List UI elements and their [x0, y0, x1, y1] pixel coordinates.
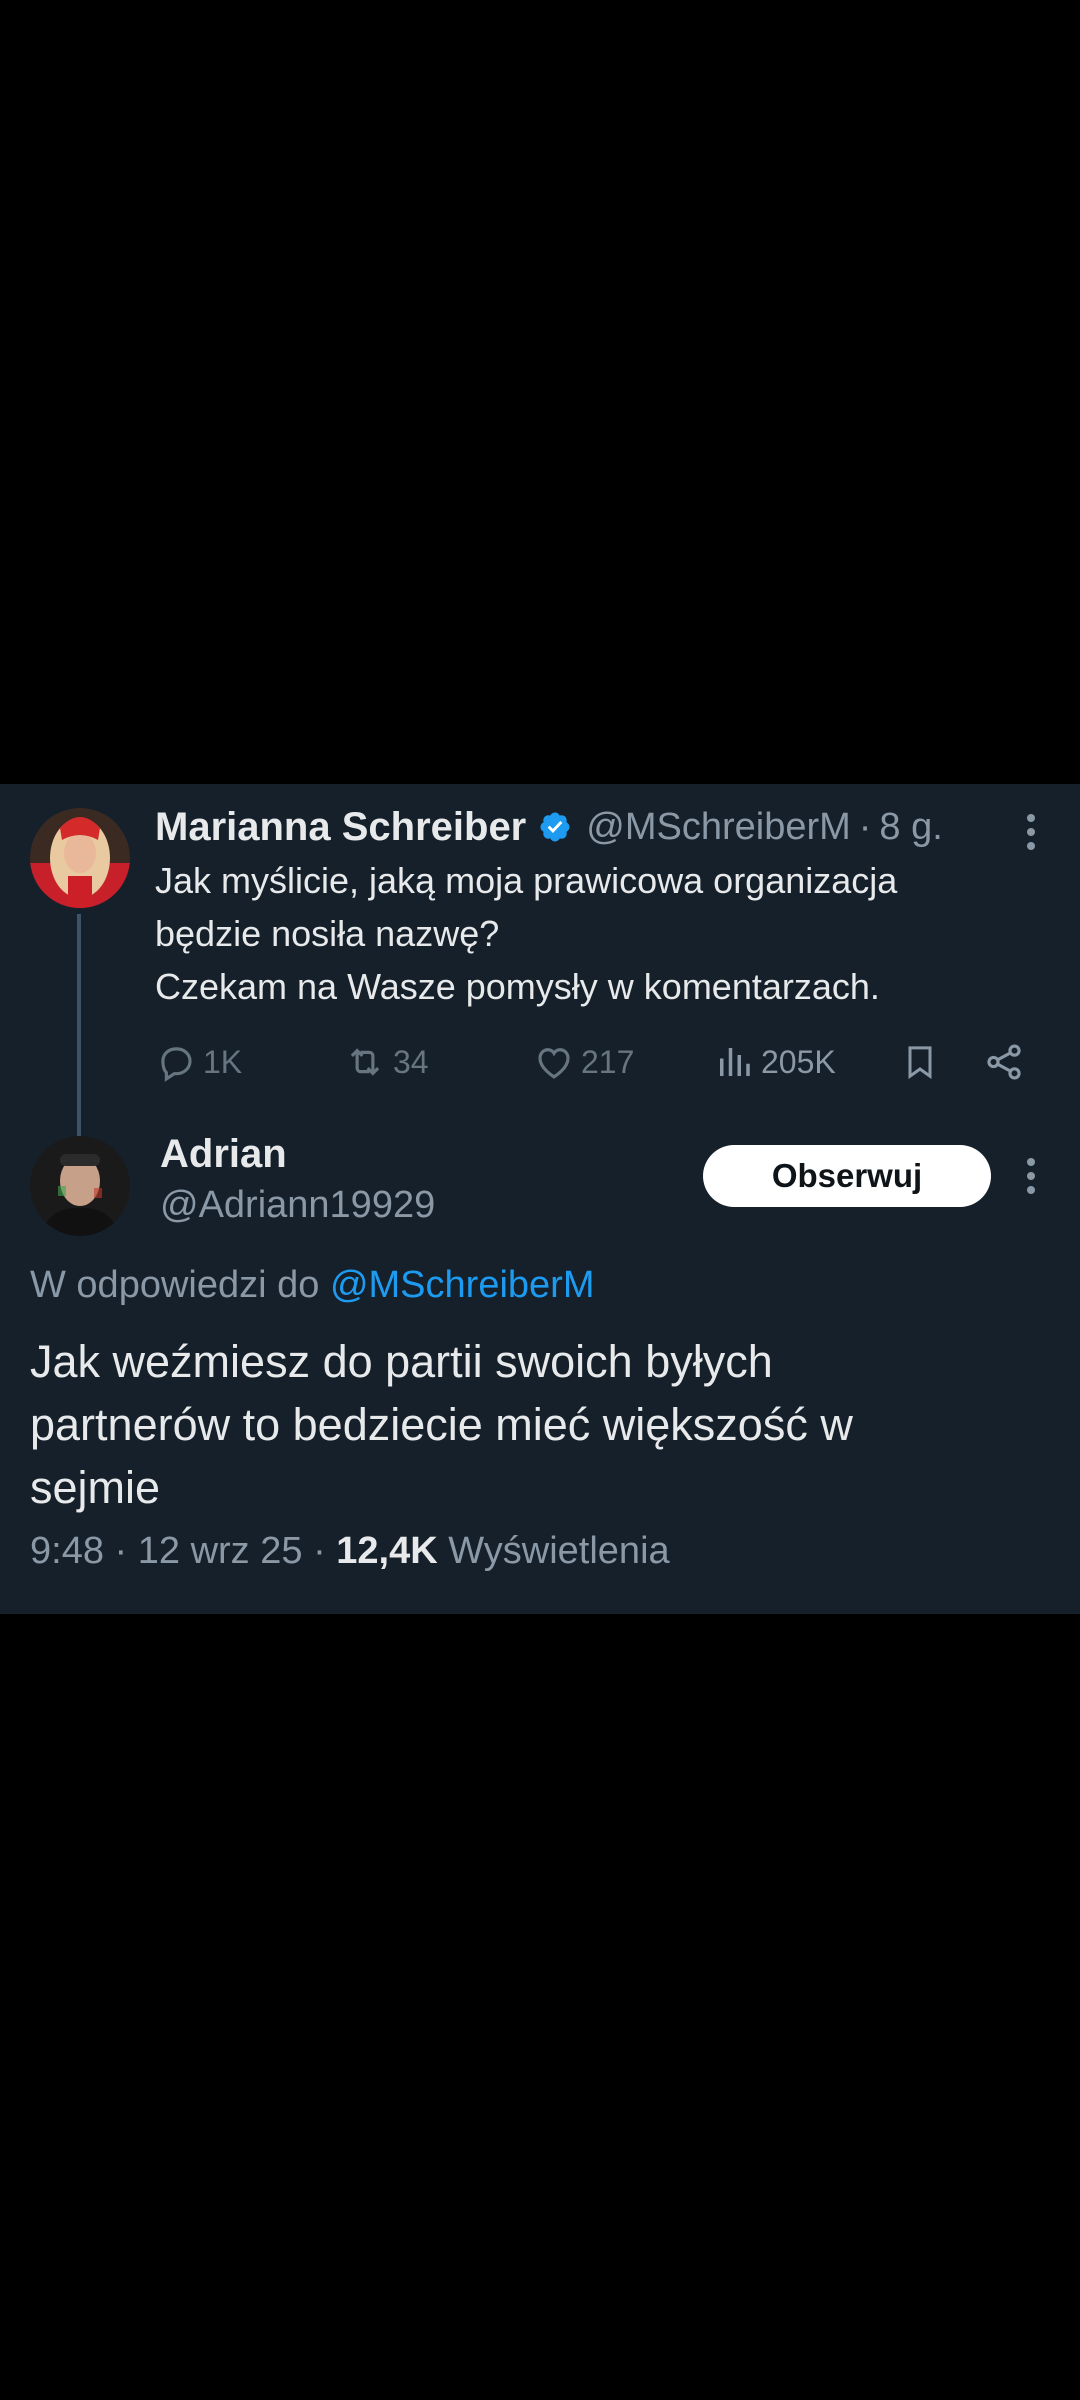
- author-handle[interactable]: @MSchreiberM: [586, 806, 851, 849]
- separator-dot: ·: [114, 1530, 128, 1572]
- more-options-icon[interactable]: [1025, 810, 1037, 854]
- tweet-actions-bar: 1K 34 217 205K: [155, 1032, 1035, 1092]
- verified-badge-icon: [540, 812, 570, 842]
- tweet-text-line: sejmie: [30, 1462, 161, 1513]
- avatar-marianna[interactable]: [30, 808, 130, 908]
- tweet-time[interactable]: 8 g.: [879, 806, 942, 849]
- like-button[interactable]: 217: [533, 1032, 634, 1092]
- share-icon: [987, 1044, 1021, 1080]
- reply-icon: [161, 1047, 192, 1082]
- tweet-text-line: Jak myślicie, jaką moja prawicowa organi…: [155, 860, 898, 901]
- share-button[interactable]: [983, 1032, 1031, 1092]
- views-button[interactable]: 205K: [713, 1032, 836, 1092]
- more-options-icon[interactable]: [1025, 1154, 1037, 1198]
- author-name[interactable]: Marianna Schreiber: [155, 805, 526, 850]
- avatar-adrian[interactable]: [30, 1136, 130, 1236]
- views-count: 12,4K: [336, 1530, 438, 1572]
- tweet-text-line: Czekam na Wasze pomysły w komentarzach.: [155, 966, 880, 1007]
- tweet-time[interactable]: 9:48: [30, 1530, 104, 1572]
- follow-button[interactable]: Obserwuj: [703, 1145, 991, 1207]
- parent-tweet-header: Marianna Schreiber @MSchreiberM · 8 g.: [155, 799, 943, 855]
- views-label: Wyświetlenia: [448, 1530, 670, 1572]
- views-count: 205K: [761, 1043, 836, 1080]
- separator-dot: ·: [858, 805, 872, 848]
- thread-connector-line: [77, 914, 81, 1136]
- separator-dot: ·: [313, 1530, 326, 1572]
- avatar-image: [30, 808, 130, 908]
- retweet-button[interactable]: 34: [343, 1032, 429, 1092]
- reply-count: 1K: [203, 1043, 243, 1080]
- reply-context: W odpowiedzi do @MSchreiberM: [30, 1264, 594, 1307]
- bookmark-icon: [908, 1046, 932, 1080]
- reply-tweet-text: Jak weźmiesz do partii swoich byłych par…: [30, 1330, 1050, 1519]
- tweet-card: Marianna Schreiber @MSchreiberM · 8 g. J…: [0, 784, 1080, 1614]
- like-count: 217: [581, 1043, 635, 1080]
- parent-tweet-text: Jak myślicie, jaką moja prawicowa organi…: [155, 854, 1035, 1013]
- reply-to-prefix: W odpowiedzi do: [30, 1264, 320, 1306]
- retweet-count: 34: [393, 1043, 429, 1080]
- reply-tweet-metadata: 9:48 · 12 wrz 25 · 12,4K Wyświetlenia: [30, 1530, 670, 1573]
- retweet-icon: [350, 1048, 380, 1076]
- reply-button[interactable]: 1K: [155, 1032, 242, 1092]
- like-icon: [538, 1048, 570, 1079]
- reply-author-handle[interactable]: @Adriann19929: [160, 1184, 435, 1227]
- reply-author-name[interactable]: Adrian: [160, 1132, 287, 1177]
- bookmark-button[interactable]: [900, 1032, 946, 1092]
- tweet-text-line: będzie nosiła nazwę?: [155, 913, 500, 954]
- avatar-image: [30, 1136, 130, 1236]
- tweet-date[interactable]: 12 wrz 25: [138, 1530, 303, 1572]
- tweet-text-line: partnerów to bedziecie mieć większość w: [30, 1399, 853, 1450]
- tweet-text-line: Jak weźmiesz do partii swoich byłych: [30, 1336, 773, 1387]
- reply-to-mention-link[interactable]: @MSchreiberM: [330, 1264, 595, 1306]
- views-icon: [720, 1048, 750, 1076]
